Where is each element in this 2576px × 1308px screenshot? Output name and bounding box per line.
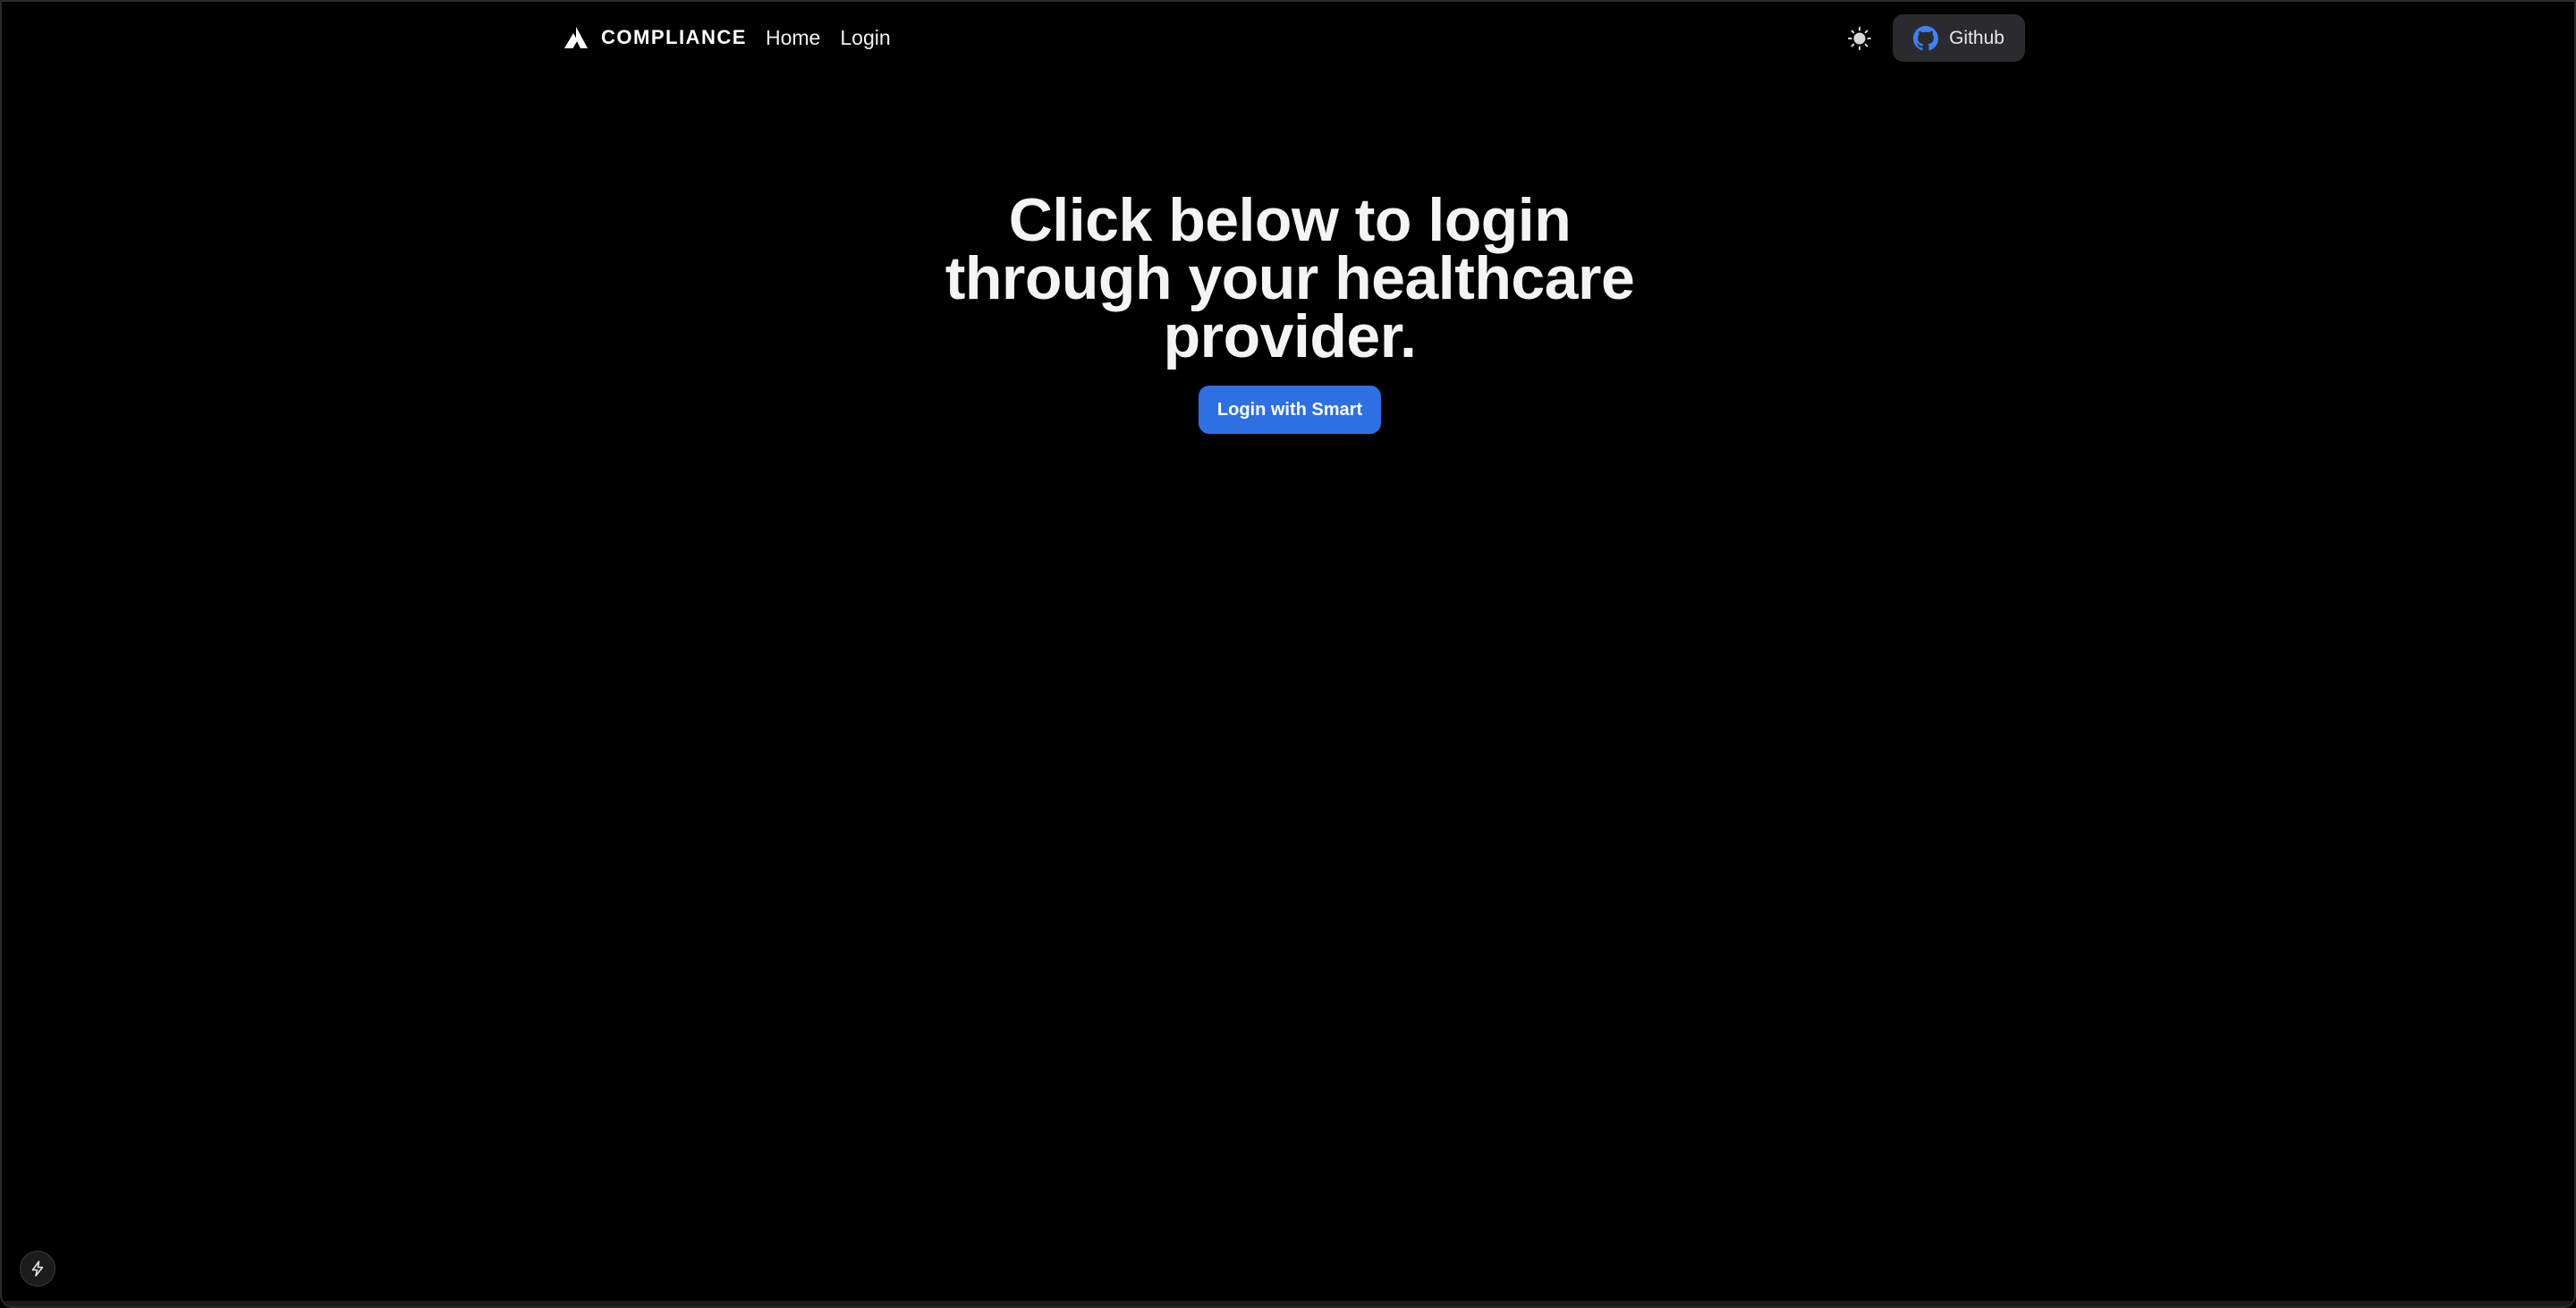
- brand-logo-icon: [564, 27, 588, 48]
- brand-name: COMPLIANCE: [601, 26, 747, 48]
- github-icon: [1913, 25, 1939, 50]
- login-with-smart-button[interactable]: Login with Smart: [1198, 386, 1382, 434]
- github-button[interactable]: Github: [1893, 14, 2025, 62]
- browser-viewport: COMPLIANCE Home Login Github Click below…: [0, 0, 2576, 1308]
- window-bottom-edge: [2, 1301, 2574, 1306]
- nav-link-login[interactable]: Login: [840, 26, 890, 50]
- sun-icon: [1848, 27, 1871, 50]
- github-label: Github: [1949, 27, 2004, 48]
- hero-title: Click below to login through your health…: [945, 186, 1635, 370]
- navbar: COMPLIANCE Home Login Github: [2, 2, 2574, 73]
- nav-link-home[interactable]: Home: [766, 26, 820, 50]
- hero-section: Click below to login through your health…: [2, 186, 2574, 434]
- theme-toggle-button[interactable]: [1844, 23, 1875, 54]
- nav-links: Home Login: [766, 23, 891, 52]
- lightning-icon: [31, 1261, 44, 1277]
- dev-tools-indicator[interactable]: [20, 1251, 55, 1287]
- brand[interactable]: COMPLIANCE: [564, 23, 747, 52]
